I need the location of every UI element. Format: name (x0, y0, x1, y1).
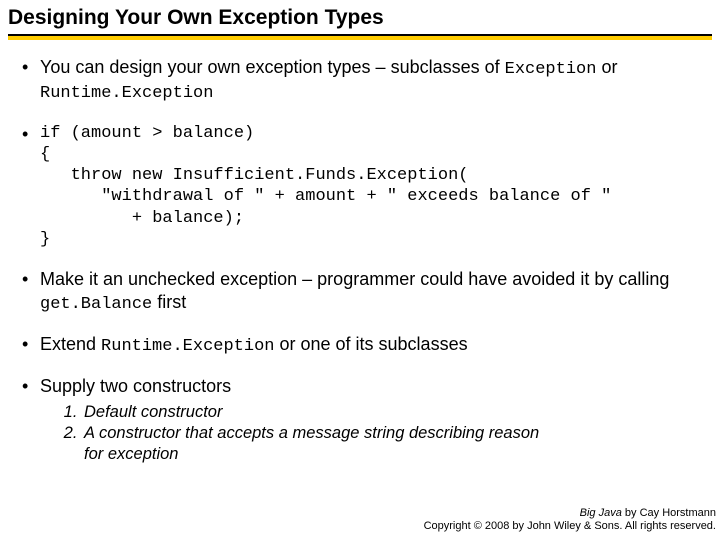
bullet-design: You can design your own exception types … (18, 56, 702, 105)
bullet-constructors: Supply two constructors Default construc… (18, 375, 702, 464)
bullet-or: or (596, 57, 617, 77)
bullet-extend: Extend Runtime.Exception or one of its s… (18, 333, 702, 357)
bullet-text: Supply two constructors (40, 376, 231, 396)
bullet-code-example: if (amount > balance) { throw new Insuff… (18, 123, 702, 251)
book-title: Big Java (580, 507, 622, 519)
numbered-list: Default constructor A constructor that a… (82, 402, 702, 465)
code-block: if (amount > balance) { throw new Insuff… (40, 123, 702, 251)
slide-footer: Big Java by Cay Horstmann Copyright © 20… (424, 507, 716, 535)
slide-title: Designing Your Own Exception Types (0, 0, 720, 34)
title-underline (8, 34, 712, 40)
code-getbalance: get.Balance (40, 295, 152, 314)
code-runtime-exception: Runtime.Exception (40, 84, 213, 103)
bullet-text-post: first (152, 292, 186, 312)
bullet-text: Make it an unchecked exception – program… (40, 269, 669, 289)
list-item: Default constructor (82, 402, 702, 423)
bullet-text: Extend (40, 334, 101, 354)
copyright: Copyright © 2008 by John Wiley & Sons. A… (424, 520, 716, 534)
code-exception: Exception (505, 60, 597, 79)
list-item: A constructor that accepts a message str… (82, 423, 702, 464)
bullet-unchecked: Make it an unchecked exception – program… (18, 268, 702, 315)
bullet-text-post: or one of its subclasses (274, 334, 467, 354)
slide-body: You can design your own exception types … (0, 40, 720, 464)
book-author: by Cay Horstmann (622, 507, 716, 519)
code-runtime-exception: Runtime.Exception (101, 337, 274, 356)
bullet-text: You can design your own exception types … (40, 57, 505, 77)
